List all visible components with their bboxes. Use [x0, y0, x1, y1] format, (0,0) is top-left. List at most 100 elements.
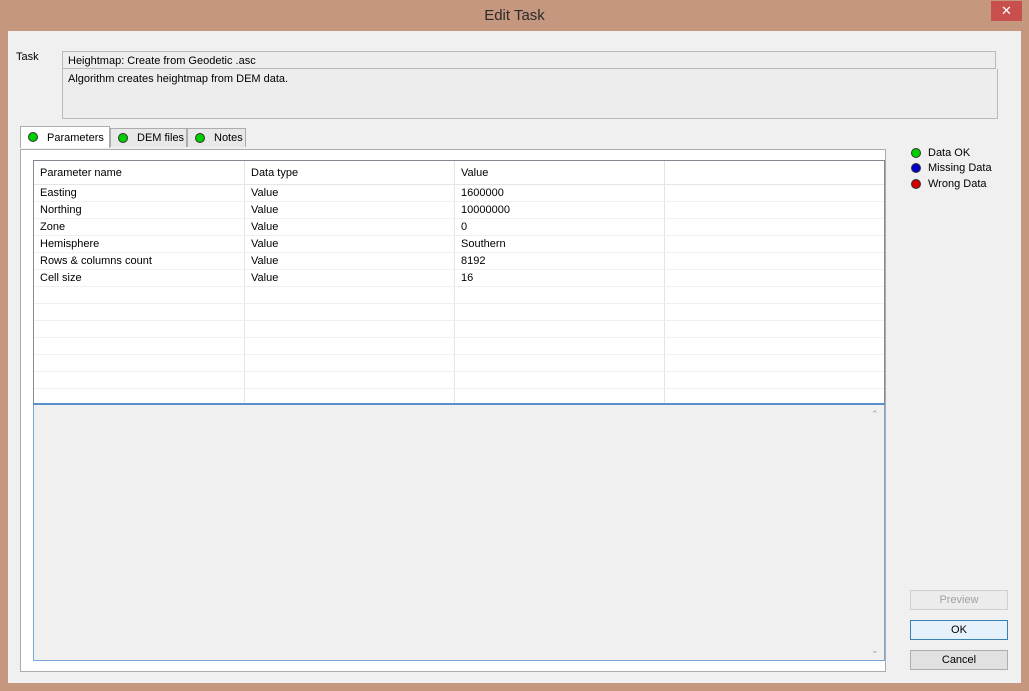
- legend-label: Data OK: [928, 147, 971, 159]
- legend-label: Wrong Data: [928, 178, 987, 190]
- table-cell: [665, 355, 884, 371]
- table-cell: Value: [245, 202, 455, 218]
- tab-dem-files[interactable]: DEM files: [110, 128, 187, 147]
- close-icon: ✕: [1001, 3, 1012, 18]
- close-button[interactable]: ✕: [991, 1, 1022, 21]
- table-row[interactable]: [34, 287, 884, 304]
- table-cell: [665, 236, 884, 252]
- table-cell: Zone: [34, 219, 245, 235]
- table-cell: [34, 355, 245, 371]
- table-cell: [245, 338, 455, 354]
- table-cell: [455, 287, 665, 303]
- table-cell: [665, 372, 884, 388]
- table-row[interactable]: Zone Value 0: [34, 219, 884, 236]
- table-cell: [245, 304, 455, 320]
- blue-dot-icon: [911, 163, 921, 174]
- table-row[interactable]: Cell size Value 16: [34, 270, 884, 287]
- scroll-up-icon[interactable]: ⌃: [871, 409, 879, 420]
- task-name-field[interactable]: Heightmap: Create from Geodetic .asc: [62, 51, 996, 69]
- table-row[interactable]: [34, 372, 884, 389]
- table-row[interactable]: Rows & columns count Value 8192: [34, 253, 884, 270]
- preview-button[interactable]: Preview: [910, 590, 1008, 610]
- table-row[interactable]: [34, 304, 884, 321]
- task-label: Task: [16, 51, 39, 63]
- table-cell: [665, 202, 884, 218]
- table-cell: [665, 338, 884, 354]
- table-cell: 1600000: [455, 185, 665, 201]
- table-cell: Value: [245, 219, 455, 235]
- table-cell: 8192: [455, 253, 665, 269]
- column-header[interactable]: Data type: [245, 161, 455, 184]
- table-row[interactable]: [34, 338, 884, 355]
- table-cell: [455, 355, 665, 371]
- legend-missing-data: Missing Data: [911, 160, 992, 176]
- table-cell: Southern: [455, 236, 665, 252]
- tab-label: Notes: [214, 132, 243, 144]
- table-cell: Value: [245, 270, 455, 286]
- window-title: Edit Task: [484, 7, 545, 24]
- column-header-empty: [665, 161, 884, 184]
- table-cell: 0: [455, 219, 665, 235]
- table-cell: [455, 338, 665, 354]
- table-row[interactable]: Hemisphere Value Southern: [34, 236, 884, 253]
- table-cell: [245, 372, 455, 388]
- status-dot-icon: [195, 133, 205, 143]
- tab-label: DEM files: [137, 132, 185, 144]
- table-cell: [665, 321, 884, 337]
- task-description-field[interactable]: Algorithm creates heightmap from DEM dat…: [62, 69, 998, 119]
- ok-button[interactable]: OK: [910, 620, 1008, 640]
- table-header: Parameter name Data type Value: [34, 161, 884, 185]
- table-cell: [34, 321, 245, 337]
- table-cell: [34, 372, 245, 388]
- parameters-table[interactable]: Parameter name Data type Value Easting Va…: [33, 160, 885, 406]
- status-dot-icon: [118, 133, 128, 143]
- table-cell: [455, 372, 665, 388]
- table-cell: [665, 304, 884, 320]
- table-cell: [665, 253, 884, 269]
- red-dot-icon: [911, 179, 921, 190]
- table-cell: Rows & columns count: [34, 253, 245, 269]
- table-cell: Easting: [34, 185, 245, 201]
- vertical-scrollbar[interactable]: ⌃ ⌄: [867, 405, 884, 660]
- tab-notes[interactable]: Notes: [187, 128, 246, 147]
- legend-label: Missing Data: [928, 162, 992, 174]
- table-cell: [245, 355, 455, 371]
- cancel-button[interactable]: Cancel: [910, 650, 1008, 670]
- column-header[interactable]: Parameter name: [34, 161, 245, 184]
- table-cell: [665, 287, 884, 303]
- table-cell: [455, 321, 665, 337]
- table-cell: Cell size: [34, 270, 245, 286]
- column-header[interactable]: Value: [455, 161, 665, 184]
- detail-area: ⌃ ⌄: [33, 405, 885, 661]
- table-row[interactable]: [34, 355, 884, 372]
- table-row[interactable]: Northing Value 10000000: [34, 202, 884, 219]
- tab-label: Parameters: [47, 132, 104, 144]
- table-cell: [665, 185, 884, 201]
- table-cell: Northing: [34, 202, 245, 218]
- dialog-body: Task Heightmap: Create from Geodetic .as…: [8, 31, 1021, 683]
- table-cell: [34, 338, 245, 354]
- table-cell: [665, 270, 884, 286]
- table-cell: [34, 287, 245, 303]
- parameters-panel: Parameter name Data type Value Easting Va…: [20, 149, 886, 672]
- green-dot-icon: [911, 148, 921, 159]
- legend-wrong-data: Wrong Data: [911, 176, 987, 192]
- table-cell: Value: [245, 236, 455, 252]
- table-cell: 10000000: [455, 202, 665, 218]
- table-cell: 16: [455, 270, 665, 286]
- table-row[interactable]: Easting Value 1600000: [34, 185, 884, 202]
- tab-parameters[interactable]: Parameters: [20, 126, 110, 148]
- status-dot-icon: [28, 132, 38, 142]
- legend-data-ok: Data OK: [911, 145, 970, 161]
- table-cell: [245, 321, 455, 337]
- table-cell: [34, 304, 245, 320]
- table-cell: Hemisphere: [34, 236, 245, 252]
- table-cell: [245, 287, 455, 303]
- table-cell: Value: [245, 185, 455, 201]
- table-cell: [455, 304, 665, 320]
- scroll-down-icon[interactable]: ⌄: [871, 645, 879, 656]
- table-cell: Value: [245, 253, 455, 269]
- table-cell: [665, 219, 884, 235]
- title-bar: Edit Task ✕: [0, 0, 1029, 32]
- table-row[interactable]: [34, 321, 884, 338]
